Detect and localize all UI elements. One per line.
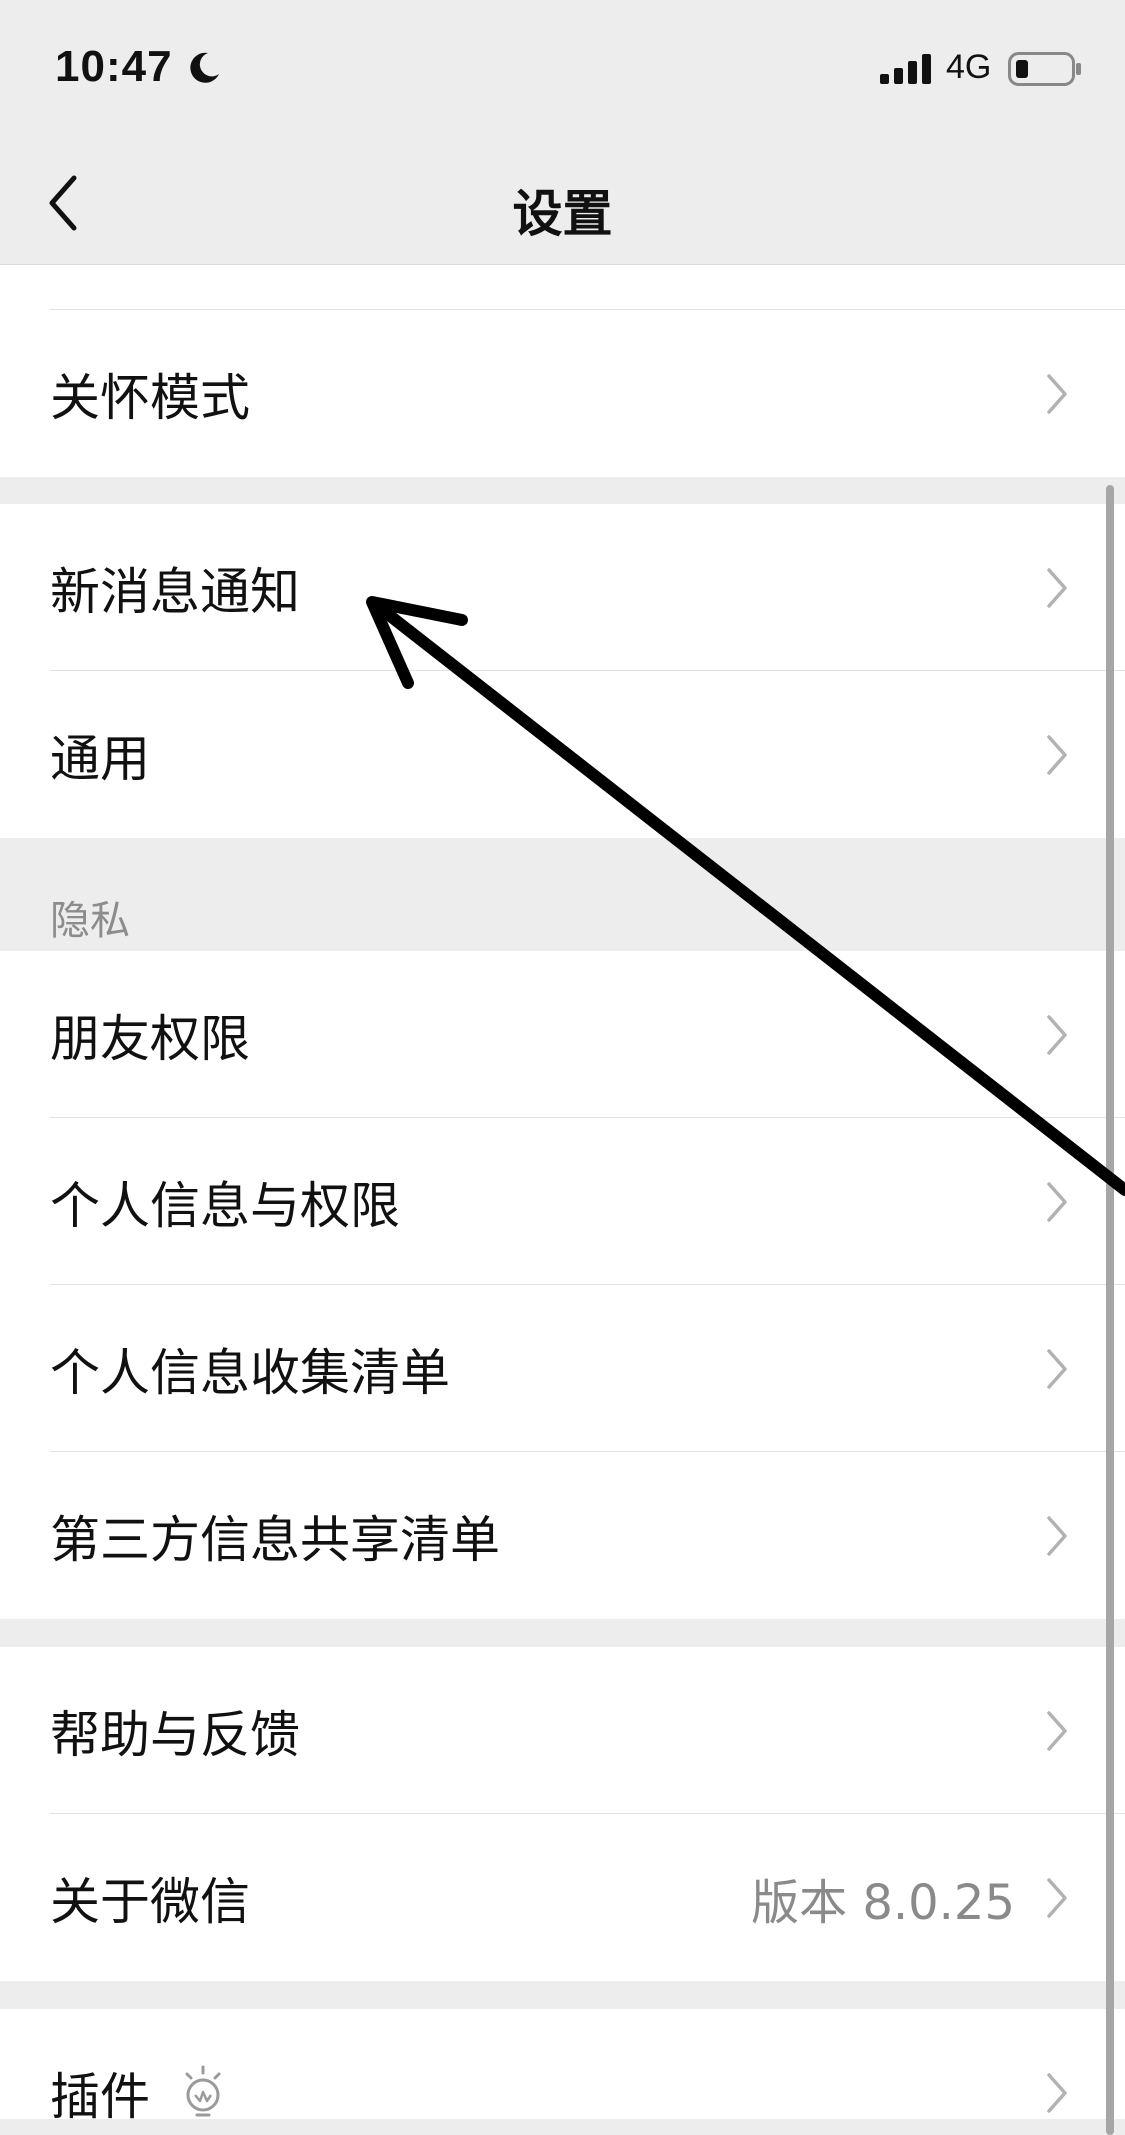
- settings-item-label: 关于微信: [50, 1872, 250, 1931]
- settings-item-personal-info-permissions[interactable]: 个人信息与权限: [0, 1118, 1125, 1285]
- status-bar: 10:47 4G: [0, 0, 1125, 140]
- settings-item-label: 个人信息收集清单: [50, 1343, 450, 1402]
- settings-item-label: 朋友权限: [50, 1009, 250, 1068]
- status-time: 10:47: [55, 42, 173, 91]
- chevron-right-icon: [1047, 1877, 1067, 1918]
- chevron-right-icon: [1047, 1014, 1067, 1055]
- nav-bar: 设置: [0, 140, 1125, 265]
- settings-group-notify: 新消息通知 通用: [0, 504, 1125, 838]
- settings-group-help: 帮助与反馈 关于微信 版本 8.0.25: [0, 1647, 1125, 1981]
- chevron-right-icon: [1047, 2072, 1067, 2113]
- chevron-right-icon: [1047, 1515, 1067, 1556]
- settings-item-friend-permissions[interactable]: 朋友权限: [0, 951, 1125, 1118]
- settings-item-label: 个人信息与权限: [50, 1176, 400, 1235]
- scrollbar[interactable]: [1106, 485, 1114, 2135]
- chevron-right-icon: [1047, 373, 1067, 414]
- settings-item-care-mode[interactable]: 关怀模式: [0, 310, 1125, 477]
- settings-group-care: 关怀模式: [0, 265, 1125, 477]
- settings-item-personal-info-collection[interactable]: 个人信息收集清单: [0, 1285, 1125, 1452]
- chevron-right-icon: [1047, 1181, 1067, 1222]
- settings-item-plugins[interactable]: 插件: [0, 2009, 1125, 2119]
- section-header-privacy: 隐私: [50, 898, 130, 944]
- settings-item-label: 通用: [50, 729, 150, 788]
- moon-icon: [190, 52, 219, 83]
- signal-icon: [880, 54, 931, 84]
- chevron-right-icon: [1047, 734, 1067, 775]
- settings-item-label: 插件: [50, 2067, 150, 2120]
- settings-item-label: 第三方信息共享清单: [50, 1510, 500, 1569]
- version-text: 版本 8.0.25: [751, 1874, 1015, 1931]
- settings-item-about-wechat[interactable]: 关于微信 版本 8.0.25: [0, 1814, 1125, 1981]
- network-type: 4G: [946, 48, 992, 86]
- settings-item-third-party-sharing[interactable]: 第三方信息共享清单: [0, 1452, 1125, 1619]
- settings-item-new-message-notification[interactable]: 新消息通知: [0, 504, 1125, 671]
- chevron-right-icon: [1047, 1710, 1067, 1751]
- settings-item-general[interactable]: 通用: [0, 671, 1125, 838]
- battery-icon: [1008, 52, 1081, 86]
- chevron-right-icon: [1047, 567, 1067, 608]
- settings-item-label: 关怀模式: [50, 368, 250, 427]
- settings-item-label: 新消息通知: [50, 562, 300, 621]
- settings-group-privacy: 朋友权限 个人信息与权限 个人信息收集清单 第三方信息共享清单: [0, 951, 1125, 1619]
- lightbulb-icon: [185, 2065, 221, 2116]
- settings-item-help-feedback[interactable]: 帮助与反馈: [0, 1647, 1125, 1814]
- page-title: 设置: [512, 185, 613, 243]
- settings-group-plugins: 插件: [0, 2009, 1125, 2119]
- chevron-right-icon: [1047, 1348, 1067, 1389]
- settings-item-label: 帮助与反馈: [50, 1705, 300, 1764]
